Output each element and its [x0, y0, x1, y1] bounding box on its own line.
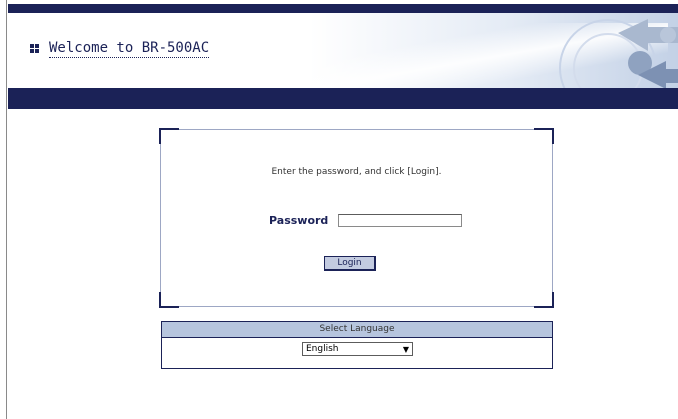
- nav-bar: [8, 88, 678, 109]
- network-arrows-icon: [559, 19, 678, 88]
- corner-bracket-top-left: [159, 128, 179, 144]
- chevron-down-icon: ▼: [402, 344, 409, 354]
- language-panel: Select Language English ▼: [161, 321, 553, 369]
- page-left-border: [6, 0, 7, 419]
- header-title: Welcome to BR-500AC: [30, 40, 210, 58]
- language-select-value: English: [306, 344, 339, 354]
- password-field[interactable]: [338, 214, 463, 227]
- corner-bracket-bottom-left: [159, 292, 179, 308]
- login-instruction: Enter the password, and click [Login].: [271, 167, 442, 177]
- language-select[interactable]: English ▼: [302, 342, 413, 356]
- corner-bracket-bottom-right: [534, 292, 554, 308]
- language-heading: Select Language: [162, 322, 552, 338]
- login-button[interactable]: Login: [324, 256, 376, 271]
- corner-bracket-top-right: [534, 128, 554, 144]
- top-bar: [8, 4, 678, 13]
- login-panel: Enter the password, and click [Login]. P…: [159, 128, 554, 308]
- header-banner: Welcome to BR-500AC: [8, 13, 678, 88]
- password-row: Password: [269, 214, 463, 227]
- password-label: Password: [269, 214, 329, 227]
- grid-bullet-icon: [30, 44, 40, 54]
- page-title: Welcome to BR-500AC: [49, 40, 210, 58]
